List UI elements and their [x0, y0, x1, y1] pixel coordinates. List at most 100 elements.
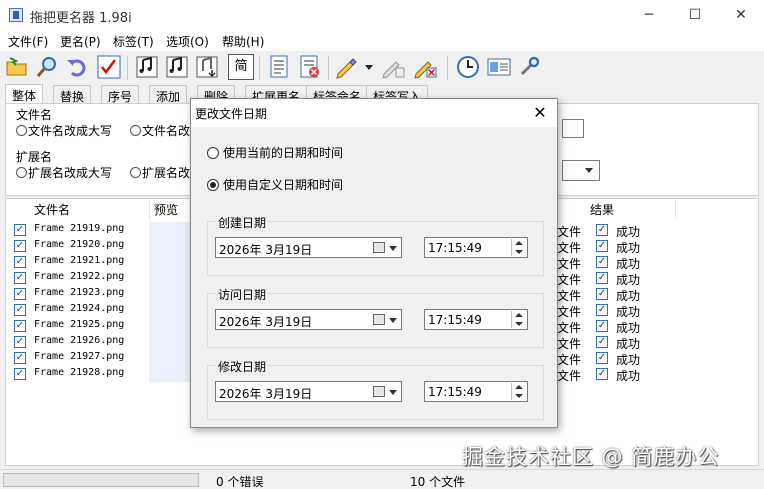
- use-current-datetime-radio[interactable]: 使用当前的日期和时间: [207, 144, 343, 161]
- tab-overall[interactable]: 整体: [5, 84, 44, 105]
- file-name: Frame 21924.png: [34, 303, 125, 314]
- open-folder-icon[interactable]: [4, 54, 30, 80]
- result-checkbox[interactable]: ✓: [596, 368, 608, 380]
- accessed-date-picker[interactable]: 2026年 3月19日: [215, 309, 402, 330]
- radio-circle: [130, 167, 141, 178]
- chevron-down-icon[interactable]: [362, 54, 376, 80]
- spin-up-icon[interactable]: [515, 313, 523, 317]
- modified-date-label: 修改日期: [216, 358, 269, 375]
- time-spinner[interactable]: [511, 383, 526, 400]
- menu-rename[interactable]: 更名(P): [60, 33, 101, 50]
- column-preview[interactable]: 预览: [150, 201, 194, 219]
- spin-down-icon[interactable]: [515, 250, 523, 254]
- row-checkbox[interactable]: ✓: [14, 272, 26, 284]
- accessed-time-picker[interactable]: 17:15:49: [424, 309, 528, 330]
- row-checkbox[interactable]: ✓: [14, 336, 26, 348]
- row-checkbox[interactable]: ✓: [14, 368, 26, 380]
- date-value: 2026年 3月19日: [219, 315, 313, 329]
- file-name: Frame 21923.png: [34, 287, 125, 298]
- pen-disabled-icon[interactable]: [380, 54, 406, 80]
- row-checkbox[interactable]: ✓: [14, 256, 26, 268]
- music-rename-icon[interactable]: [164, 54, 190, 80]
- progress-bar: [3, 473, 199, 487]
- spin-up-icon[interactable]: [515, 385, 523, 389]
- pen-delete-icon[interactable]: [412, 54, 438, 80]
- file-name: Frame 21928.png: [34, 367, 125, 378]
- result-checkbox[interactable]: ✓: [596, 224, 608, 236]
- file-name: Frame 21927.png: [34, 351, 125, 362]
- option-dropdown[interactable]: [562, 160, 600, 181]
- preview-cell: [149, 222, 193, 238]
- status-bar: 0 个错误 10 个文件: [0, 469, 764, 489]
- preview-cell: [149, 318, 193, 334]
- radio-label: 扩展名改成大写: [28, 166, 113, 180]
- row-checkbox[interactable]: ✓: [14, 240, 26, 252]
- maximize-button[interactable]: ☐: [672, 0, 718, 30]
- menu-file[interactable]: 文件(F): [8, 33, 48, 50]
- pen-edit-icon[interactable]: [334, 54, 360, 80]
- toolbar-separator: [127, 56, 128, 80]
- row-checkbox[interactable]: ✓: [14, 352, 26, 364]
- tab-replace[interactable]: 替换: [53, 85, 92, 104]
- spin-down-icon[interactable]: [515, 322, 523, 326]
- row-checkbox[interactable]: ✓: [14, 224, 26, 236]
- wrench-icon[interactable]: [516, 54, 542, 80]
- minimize-button[interactable]: ─: [626, 0, 672, 30]
- menu-help[interactable]: 帮助(H): [222, 33, 264, 50]
- column-result[interactable]: 结果: [586, 201, 676, 219]
- result-checkbox[interactable]: ✓: [596, 320, 608, 332]
- option-text-field[interactable]: [562, 119, 584, 138]
- use-custom-datetime-radio[interactable]: 使用自定义日期和时间: [207, 176, 343, 193]
- modified-date-picker[interactable]: 2026年 3月19日: [215, 381, 402, 402]
- tab-sequence[interactable]: 序号: [101, 85, 140, 104]
- spin-down-icon[interactable]: [515, 394, 523, 398]
- column-filename[interactable]: 文件名: [30, 201, 150, 219]
- filename-upper-radio[interactable]: 文件名改成大写: [16, 122, 112, 139]
- document-delete-icon[interactable]: [296, 54, 322, 80]
- time-value: 17:15:49: [428, 241, 482, 255]
- undo-icon[interactable]: [64, 54, 90, 80]
- result-checkbox[interactable]: ✓: [596, 272, 608, 284]
- result-checkbox[interactable]: ✓: [596, 288, 608, 300]
- filename-group-label: 文件名: [16, 108, 53, 122]
- search-icon[interactable]: [34, 54, 60, 80]
- close-button[interactable]: ✕: [718, 0, 764, 30]
- dialog-close-button[interactable]: ✕: [529, 102, 551, 124]
- modified-time-picker[interactable]: 17:15:49: [424, 381, 528, 402]
- file-name: Frame 21920.png: [34, 239, 125, 250]
- file-name: Frame 21922.png: [34, 271, 125, 282]
- preview-cell: [149, 286, 193, 302]
- created-date-picker[interactable]: 2026年 3月19日: [215, 237, 402, 258]
- result-checkbox[interactable]: ✓: [596, 240, 608, 252]
- music-write-icon[interactable]: [194, 54, 220, 80]
- ext-change-radio[interactable]: 扩展名改: [130, 164, 190, 181]
- ext-upper-radio[interactable]: 扩展名改成大写: [16, 164, 112, 181]
- preview-cell: [149, 238, 193, 254]
- window-panel-icon[interactable]: [486, 54, 512, 80]
- radio-circle: [130, 125, 141, 136]
- row-checkbox[interactable]: ✓: [14, 304, 26, 316]
- app-window: 拖把更名器 1.98i ─ ☐ ✕ 文件(F) 更名(P) 标签(T) 选项(O…: [0, 0, 764, 489]
- filename-change-radio[interactable]: 文件名改: [130, 122, 190, 139]
- row-checkbox[interactable]: ✓: [14, 288, 26, 300]
- document-icon[interactable]: [266, 54, 292, 80]
- clock-icon[interactable]: [455, 54, 481, 80]
- change-date-dialog: 更改文件日期 ✕ 使用当前的日期和时间 使用自定义日期和时间 创建日期 2026…: [190, 98, 558, 428]
- created-time-picker[interactable]: 17:15:49: [424, 237, 528, 258]
- result-checkbox[interactable]: ✓: [596, 352, 608, 364]
- result-checkbox[interactable]: ✓: [596, 336, 608, 348]
- radio-label: 文件名改: [142, 124, 191, 138]
- apply-check-icon[interactable]: [96, 54, 122, 80]
- result-checkbox[interactable]: ✓: [596, 304, 608, 316]
- menu-tag[interactable]: 标签(T): [113, 33, 154, 50]
- simplified-button[interactable]: 简: [228, 54, 254, 80]
- menu-options[interactable]: 选项(O): [166, 33, 209, 50]
- time-spinner[interactable]: [511, 311, 526, 328]
- dialog-title: 更改文件日期: [195, 107, 268, 121]
- result-checkbox[interactable]: ✓: [596, 256, 608, 268]
- tab-add[interactable]: 添加: [149, 85, 188, 104]
- music-tag-icon[interactable]: [134, 54, 160, 80]
- time-spinner[interactable]: [511, 239, 526, 256]
- spin-up-icon[interactable]: [515, 241, 523, 245]
- row-checkbox[interactable]: ✓: [14, 320, 26, 332]
